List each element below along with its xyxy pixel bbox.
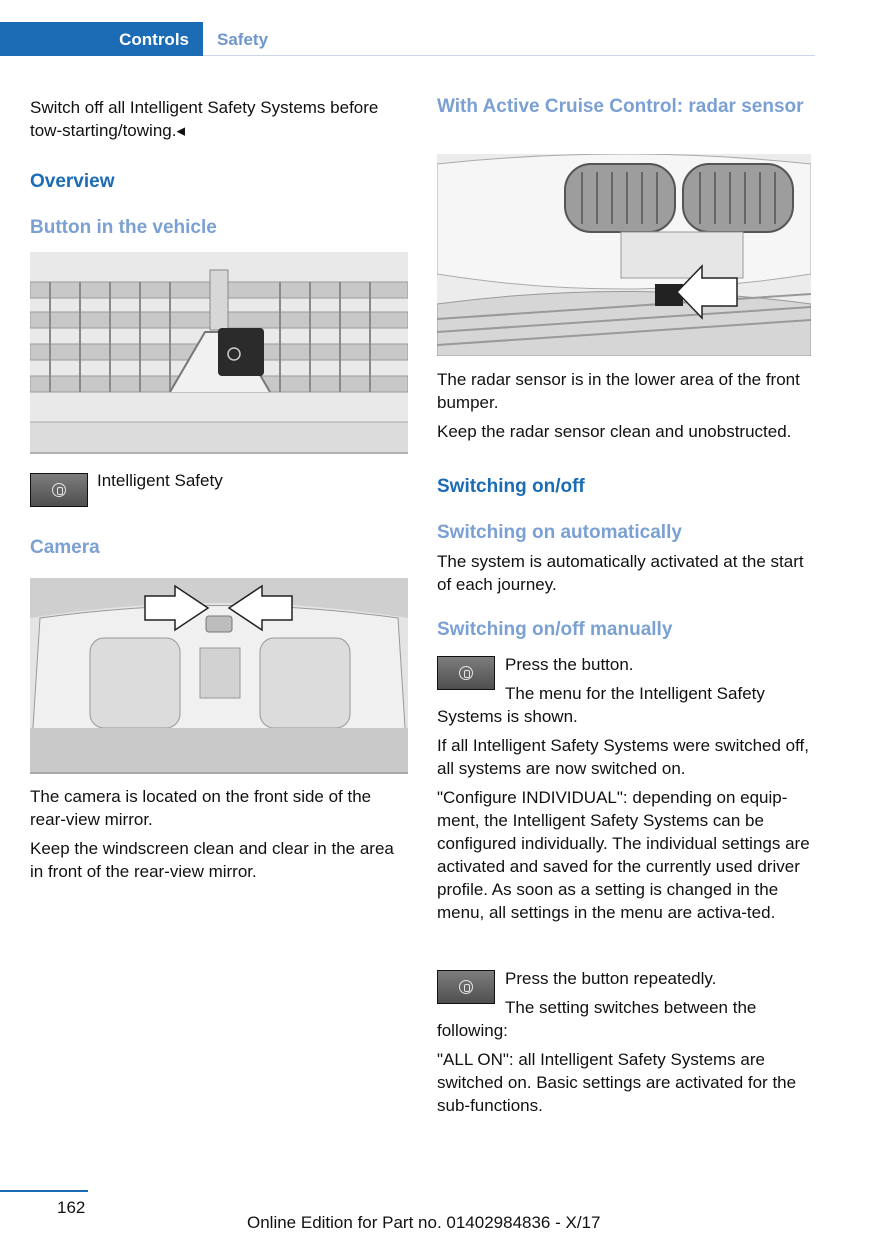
radar-heading: With Active Cruise Control: radar sensor <box>437 96 804 117</box>
switches-text: The setting switches between the followi… <box>437 998 757 1040</box>
intro-text: Switch off all Intelligent Safety System… <box>30 98 379 140</box>
radar-clean-text: Keep the radar sensor clean and unobstru… <box>437 422 792 441</box>
camera-clean-text: Keep the windscreen clean and clear in t… <box>30 839 394 881</box>
all-on-text: "ALL ON": all Intelligent Safety Systems… <box>437 1050 797 1115</box>
camera-location-text: The camera is located on the front side … <box>30 787 372 829</box>
camera-interior-illustration <box>30 578 408 774</box>
auto-text: The system is automatically activated at… <box>437 552 804 594</box>
manual-heading: Switching on/off manually <box>437 619 673 640</box>
page-number: 162 <box>57 1198 86 1217</box>
section-label: Controls <box>119 30 189 49</box>
radar-location-text: The radar sensor is in the lower area of… <box>437 370 800 412</box>
button-heading: Button in the vehicle <box>30 217 217 238</box>
overview-heading: Overview <box>30 171 115 192</box>
auto-heading: Switching on automatically <box>437 522 682 543</box>
menu-shown-text: The menu for the Intelligent Safety Syst… <box>437 684 765 726</box>
radar-sensor-illustration <box>437 154 811 356</box>
intelligent-safety-button-icon <box>30 473 88 507</box>
topic-label: Safety <box>217 30 269 49</box>
footer-accent-line <box>0 1190 88 1192</box>
camera-heading: Camera <box>30 537 100 558</box>
switching-heading: Switching on/off <box>437 476 585 497</box>
configure-text: "Configure INDIVIDUAL": depending on equ… <box>437 788 810 922</box>
edition-text: Online Edition for Part no. 01402984836 … <box>247 1213 601 1232</box>
section-tab-controls: Controls <box>0 22 203 56</box>
header-divider <box>203 55 815 56</box>
grille-button-illustration <box>30 252 408 454</box>
button-caption: Intelligent Safety <box>97 471 223 490</box>
press-button-text: Press the button. <box>505 655 634 674</box>
if-all-text: If all Intelligent Safety Systems were s… <box>437 736 809 778</box>
press-repeatedly-text: Press the button repeatedly. <box>505 969 717 988</box>
